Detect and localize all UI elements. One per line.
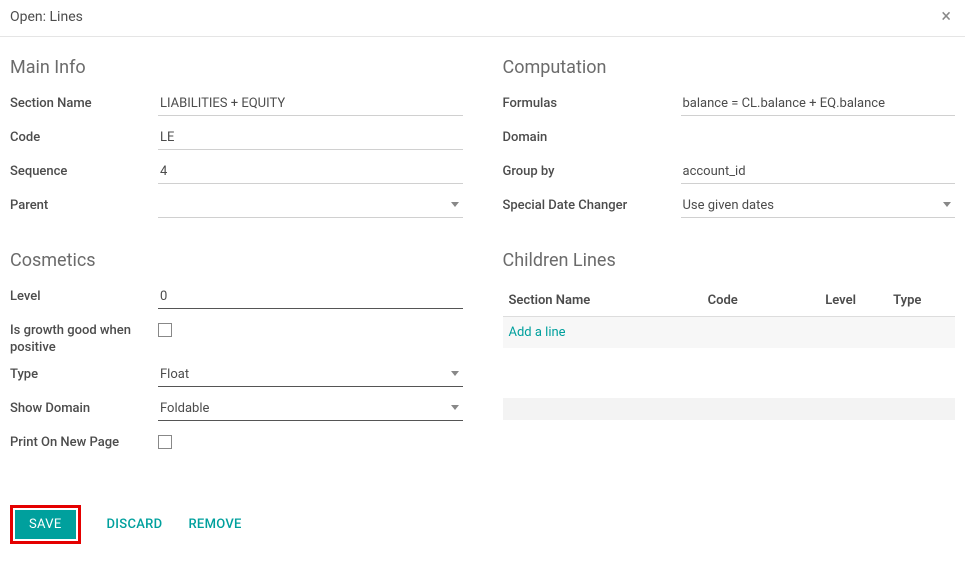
discard-button[interactable]: DISCARD	[107, 517, 163, 532]
computation-heading: Computation	[503, 57, 956, 78]
print-new-checkbox[interactable]	[158, 435, 172, 449]
domain-label: Domain	[503, 126, 681, 147]
formulas-input[interactable]	[681, 92, 956, 116]
section-name-label: Section Name	[10, 92, 158, 113]
type-label: Type	[10, 363, 158, 384]
parent-label: Parent	[10, 194, 158, 215]
save-highlight-box: SAVE	[10, 505, 81, 544]
code-label: Code	[10, 126, 158, 147]
parent-select[interactable]	[158, 194, 463, 218]
section-name-input[interactable]	[158, 92, 463, 116]
col-section-name: Section Name	[503, 285, 702, 317]
close-icon[interactable]: ×	[941, 8, 951, 26]
sequence-label: Sequence	[10, 160, 158, 181]
show-domain-label: Show Domain	[10, 397, 158, 418]
type-select[interactable]	[158, 363, 463, 387]
groupby-input[interactable]	[681, 160, 956, 184]
code-input[interactable]	[158, 126, 463, 150]
show-domain-select[interactable]	[158, 397, 463, 421]
special-date-label: Special Date Changer	[503, 194, 681, 215]
formulas-label: Formulas	[503, 92, 681, 113]
growth-checkbox[interactable]	[158, 323, 172, 337]
special-date-select[interactable]	[681, 194, 956, 218]
cosmetics-heading: Cosmetics	[10, 250, 463, 271]
col-type: Type	[887, 285, 955, 317]
table-row: Add a line	[503, 317, 956, 349]
level-label: Level	[10, 285, 158, 306]
col-level: Level	[819, 285, 887, 317]
modal-title: Open: Lines	[10, 9, 83, 25]
save-button[interactable]: SAVE	[15, 510, 76, 539]
level-input[interactable]	[158, 285, 463, 309]
children-table: Section Name Code Level Type Add a line	[503, 285, 956, 348]
groupby-label: Group by	[503, 160, 681, 181]
add-line-link[interactable]: Add a line	[509, 325, 566, 340]
main-info-heading: Main Info	[10, 57, 463, 78]
print-new-label: Print On New Page	[10, 431, 158, 452]
children-heading: Children Lines	[503, 250, 956, 271]
col-code: Code	[702, 285, 820, 317]
children-empty-area	[503, 376, 956, 420]
growth-label: Is growth good when positive	[10, 319, 158, 357]
remove-button[interactable]: REMOVE	[188, 517, 241, 532]
sequence-input[interactable]	[158, 160, 463, 184]
